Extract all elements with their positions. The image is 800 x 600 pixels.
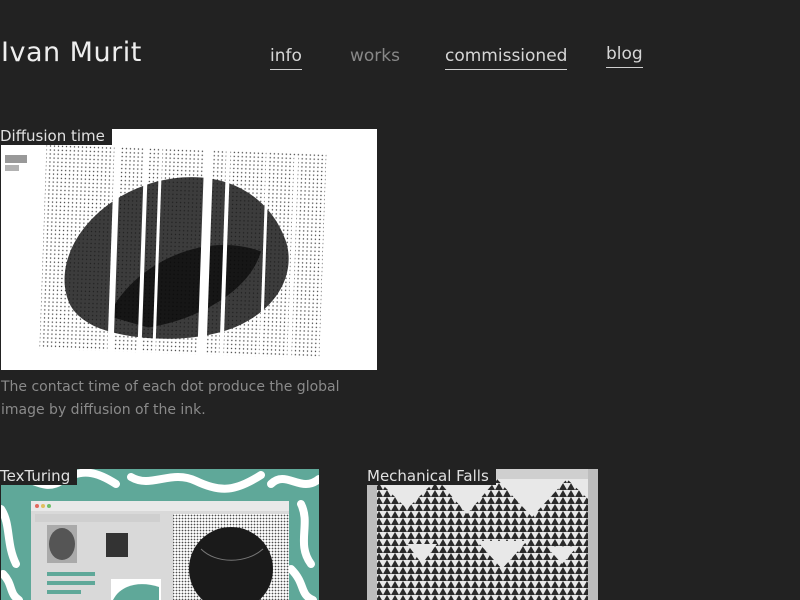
project-texturing: TexTuring — [0, 465, 320, 600]
project-mechanical-falls: Mechanical Falls — [360, 465, 598, 600]
mechanical-falls-title[interactable]: Mechanical Falls — [360, 465, 496, 485]
nav-works-link[interactable]: works — [350, 46, 400, 69]
texturing-thumbnail[interactable] — [1, 469, 319, 600]
diffusion-time-thumbnail[interactable] — [1, 129, 377, 370]
mechanical-falls-thumbnail[interactable] — [367, 469, 598, 600]
diffusion-time-title[interactable]: Diffusion time — [0, 125, 112, 145]
diffusion-time-description: The contact time of each dot produce the… — [1, 379, 340, 418]
nav-blog-link[interactable]: blog — [606, 44, 643, 68]
page: Ivan Murit info works commissioned blog — [0, 0, 800, 600]
project-diffusion-time: Diffusion time — [0, 125, 377, 370]
nav-commissioned-link[interactable]: commissioned — [445, 46, 568, 70]
site-title[interactable]: Ivan Murit — [1, 37, 142, 68]
nav-info-link[interactable]: info — [270, 46, 302, 70]
texturing-title[interactable]: TexTuring — [0, 465, 78, 485]
